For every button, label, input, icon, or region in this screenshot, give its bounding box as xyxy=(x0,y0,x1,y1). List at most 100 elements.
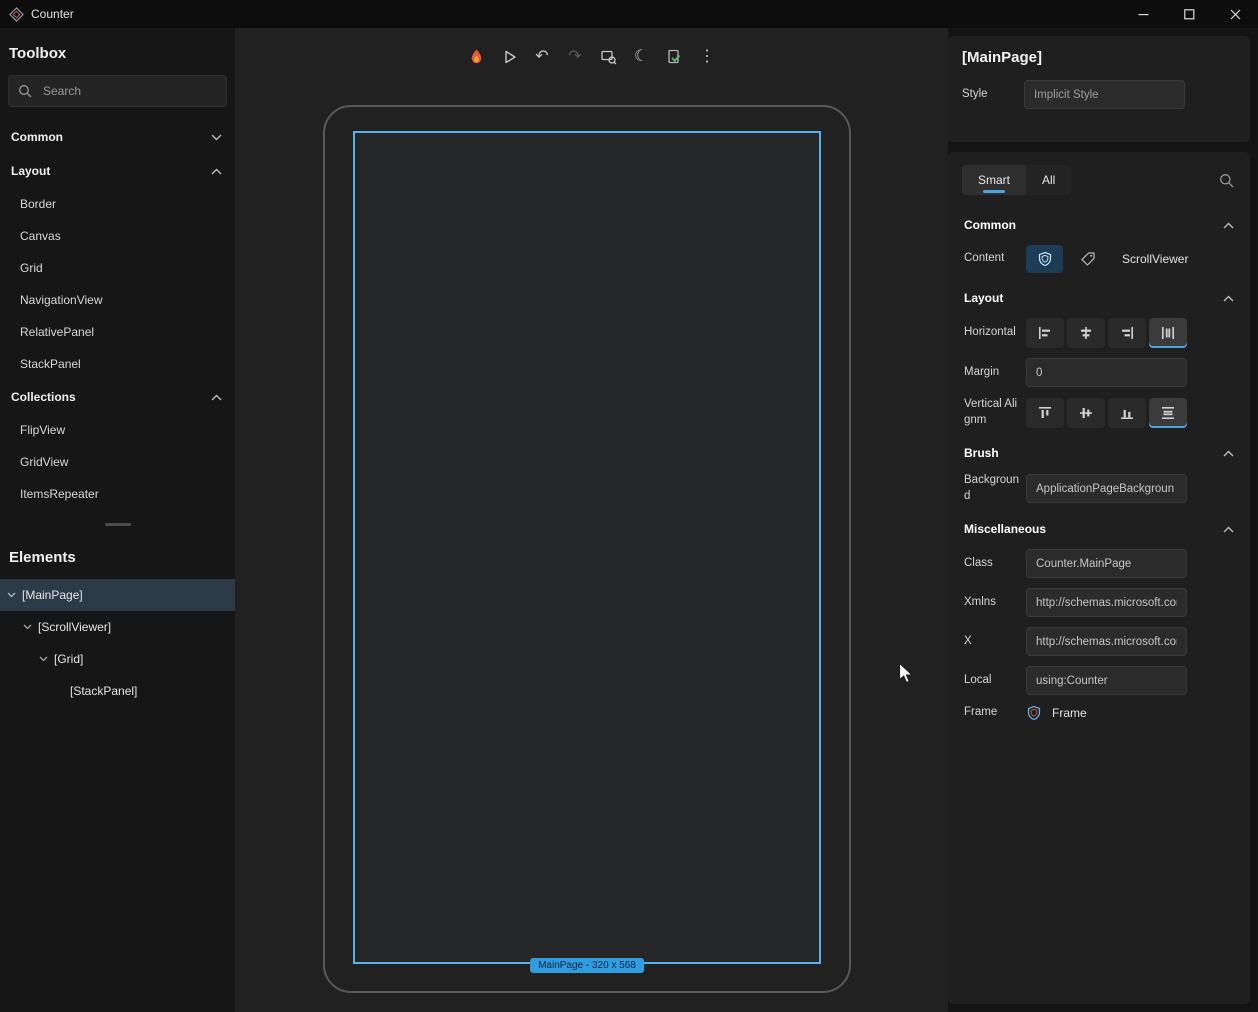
tab-smart[interactable]: Smart xyxy=(962,165,1026,195)
redo-button[interactable]: ↷ xyxy=(562,44,588,70)
horizontal-alignment-group xyxy=(1026,318,1187,348)
tool-item-stackpanel[interactable]: StackPanel xyxy=(0,348,235,380)
section-label: Collections xyxy=(11,390,76,404)
window-controls xyxy=(1120,0,1258,28)
align-right-button[interactable] xyxy=(1108,318,1146,348)
tool-item-flipview[interactable]: FlipView xyxy=(0,414,235,446)
xmlns-input[interactable] xyxy=(1026,588,1187,617)
section-common[interactable]: Common xyxy=(948,205,1250,240)
design-canvas: ↶ ↷ ☾ ⋮ MainPage - 320 x 568 xyxy=(235,28,948,1012)
content-type-button[interactable] xyxy=(1026,245,1063,273)
section-label: Brush xyxy=(964,446,999,460)
tree-node-mainpage[interactable]: [MainPage] xyxy=(0,579,235,611)
toolbox-section-collections[interactable]: Collections xyxy=(0,380,235,414)
canvas-toolbar: ↶ ↷ ☾ ⋮ xyxy=(463,44,720,70)
margin-input[interactable] xyxy=(1026,358,1187,387)
tool-item-itemsrepeater[interactable]: ItemsRepeater xyxy=(0,478,235,510)
maximize-button[interactable] xyxy=(1166,0,1212,28)
splitter-grip-icon xyxy=(105,523,131,526)
section-label: Layout xyxy=(11,164,50,178)
chevron-up-icon xyxy=(211,168,222,175)
validate-button[interactable] xyxy=(661,44,687,70)
design-surface-page[interactable]: MainPage - 320 x 568 xyxy=(353,131,821,964)
tool-item-relativepanel[interactable]: RelativePanel xyxy=(0,316,235,348)
chevron-up-icon xyxy=(1223,450,1234,457)
align-bottom-button[interactable] xyxy=(1108,398,1146,428)
background-row: Background xyxy=(948,468,1250,509)
background-input[interactable] xyxy=(1026,474,1187,503)
section-label: Common xyxy=(964,218,1016,232)
vertical-alignment-row: Vertical Alignm xyxy=(948,392,1250,433)
play-button[interactable] xyxy=(496,44,522,70)
search-input[interactable] xyxy=(41,83,217,99)
close-button[interactable] xyxy=(1212,0,1258,28)
tree-node-stackpanel[interactable]: [StackPanel] xyxy=(0,675,235,707)
toolbox-searchbox[interactable] xyxy=(8,75,227,107)
theme-toggle-button[interactable]: ☾ xyxy=(628,44,654,70)
tool-item-canvas[interactable]: Canvas xyxy=(0,220,235,252)
vertical-alignment-group xyxy=(1026,398,1187,428)
tool-item-gridview[interactable]: GridView xyxy=(0,446,235,478)
frame-value: Frame xyxy=(1052,706,1087,720)
properties-search-button[interactable] xyxy=(1219,173,1236,188)
toolbox-panel: Toolbox Common Layout Border Canvas Grid… xyxy=(0,28,235,1012)
stretch-horizontal-button[interactable] xyxy=(1149,318,1187,348)
selected-element-title: [MainPage] xyxy=(962,49,1236,66)
properties-tabs-row: Smart All xyxy=(948,162,1250,205)
properties-panel: [MainPage] Style Smart All Common Conten… xyxy=(948,28,1250,1004)
tree-node-label: [StackPanel] xyxy=(70,684,137,698)
tool-item-grid[interactable]: Grid xyxy=(0,252,235,284)
undo-button[interactable]: ↶ xyxy=(529,44,555,70)
tool-item-border[interactable]: Border xyxy=(0,188,235,220)
vertical-alignment-label: Vertical Alignm xyxy=(964,397,1020,428)
more-options-button[interactable]: ⋮ xyxy=(694,44,720,70)
align-left-button[interactable] xyxy=(1026,318,1064,348)
tree-node-label: [MainPage] xyxy=(22,588,83,602)
tree-node-label: [Grid] xyxy=(54,652,83,666)
background-label: Background xyxy=(964,473,1020,504)
class-input[interactable] xyxy=(1026,549,1187,578)
zoom-to-selection-button[interactable] xyxy=(595,44,621,70)
content-label: Content xyxy=(964,251,1020,267)
mouse-cursor-icon xyxy=(898,662,915,685)
section-layout[interactable]: Layout xyxy=(948,278,1250,313)
tree-node-scrollviewer[interactable]: [ScrollViewer] xyxy=(0,611,235,643)
shield-icon xyxy=(1037,251,1053,267)
margin-row: Margin xyxy=(948,353,1250,392)
selection-badge: MainPage - 320 x 568 xyxy=(530,958,644,973)
tab-all[interactable]: All xyxy=(1026,165,1071,195)
content-tag-button[interactable] xyxy=(1069,245,1106,273)
align-center-vertical-button[interactable] xyxy=(1067,398,1105,428)
shield-icon xyxy=(1026,705,1042,721)
x-input[interactable] xyxy=(1026,627,1187,656)
stretch-vertical-button[interactable] xyxy=(1149,398,1187,428)
panel-splitter[interactable] xyxy=(0,516,235,532)
section-miscellaneous[interactable]: Miscellaneous xyxy=(948,509,1250,544)
chevron-down-icon[interactable] xyxy=(23,624,32,630)
app-window: { "window": { "title": "Counter" }, "too… xyxy=(0,0,1258,1012)
minimize-button[interactable] xyxy=(1120,0,1166,28)
toolbox-title: Toolbox xyxy=(0,28,235,75)
local-label: Local xyxy=(964,673,1020,689)
toolbox-section-common[interactable]: Common xyxy=(0,120,235,154)
titlebar: Counter xyxy=(0,0,1258,28)
horizontal-alignment-row: Horizontal xyxy=(948,313,1250,353)
tree-node-grid[interactable]: [Grid] xyxy=(0,643,235,675)
local-input[interactable] xyxy=(1026,666,1187,695)
xmlns-label: Xmlns xyxy=(964,595,1020,611)
chevron-up-icon xyxy=(211,394,222,401)
frame-value-group[interactable]: Frame xyxy=(1026,705,1087,721)
hot-design-flame-button[interactable] xyxy=(463,44,489,70)
toolbox-section-layout[interactable]: Layout xyxy=(0,154,235,188)
section-label: Common xyxy=(11,130,63,144)
content-value[interactable]: ScrollViewer xyxy=(1122,252,1188,266)
chevron-down-icon xyxy=(211,134,222,141)
section-brush[interactable]: Brush xyxy=(948,433,1250,468)
align-top-button[interactable] xyxy=(1026,398,1064,428)
align-center-horizontal-button[interactable] xyxy=(1067,318,1105,348)
chevron-down-icon[interactable] xyxy=(7,592,16,598)
tool-item-navigationview[interactable]: NavigationView xyxy=(0,284,235,316)
margin-label: Margin xyxy=(964,365,1020,381)
style-input[interactable] xyxy=(1024,80,1185,109)
chevron-down-icon[interactable] xyxy=(39,656,48,662)
